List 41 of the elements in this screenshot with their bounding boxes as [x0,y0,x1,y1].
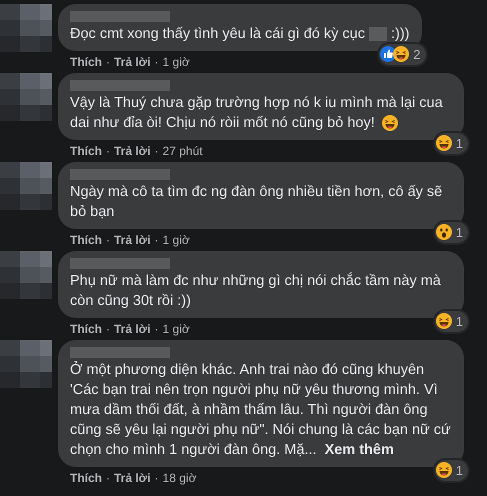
reply-link[interactable]: Trả lời [114,469,151,487]
reaction-count: 1 [456,312,463,330]
separator-dot: · [106,470,110,487]
separator-dot: · [106,232,110,249]
reaction-count: 1 [456,462,463,480]
reaction-badge[interactable]: 1 [432,458,470,483]
comment-text: Phụ nữ mà làm đc như những gì chị nói chắc tầm này mà còn cũng 30t rồi :)) [70,271,442,311]
comment-text: Ở một phương diện khác. Anh trai nào đó cũng khuyên 'Các bạn trai nên trọn người phụ nữ yêu thương mình. Vì mưa dầm thối đất, à nhầm thấm lâu. Thì người đàn ông cũng sẽ yêu lại người phụ nữ". Nói chung là các bạn nữ cứ chọn cho mình 1 người đàn ông. Mặ... Xem thêm [70,360,452,460]
reaction-count: 1 [456,134,463,152]
like-link[interactable]: Thích [70,469,102,487]
comment-text: Đọc cmt xong thấy tình yêu là cái gì đó kỳ cục :))) [70,25,410,44]
comment-time: 18 giờ [162,470,196,487]
like-link[interactable]: Thích [70,142,102,160]
like-link[interactable]: Thích [70,320,102,338]
separator-dot: · [154,54,159,71]
reaction-badge[interactable]: 1 [432,308,470,334]
comment-time: 1 giờ [162,232,190,249]
reaction-badge[interactable]: 1 [432,220,470,245]
separator-dot: · [154,143,159,160]
separator-dot: · [106,54,110,71]
reply-link[interactable]: Trả lời [114,320,151,338]
comment-text: Ngày mà cô ta tìm đc ng đàn ông nhiều tiền hơn, cô ấy sẽ bỏ bạn [70,183,444,222]
comment-time: 1 giờ [162,54,190,71]
reaction-badge[interactable]: 2 [377,42,428,67]
reply-link[interactable]: Trả lời [114,231,151,249]
comment-time: 1 giờ [162,321,190,338]
separator-dot: · [106,321,110,338]
separator-dot: · [106,143,110,160]
comment-time: 27 phút [162,143,203,160]
reply-link[interactable]: Trả lời [114,142,151,160]
reaction-badge[interactable]: 1 [432,130,470,156]
reaction-count: 1 [456,224,463,242]
like-link[interactable]: Thích [70,53,102,71]
see-more-link[interactable]: Xem thêm [324,442,394,458]
separator-dot: · [154,232,159,249]
separator-dot: · [154,321,159,338]
reply-link[interactable]: Trả lời [114,53,151,71]
like-link[interactable]: Thích [70,231,102,249]
separator-dot: · [154,470,159,487]
reaction-count: 2 [413,46,420,64]
comment-text: Vậy là Thuý chưa gặp trường hợp nó k iu mình mà lại cua dai như đỉa òi! Chịu nó ròii mốt nó cũng bỏ hoy! [70,94,444,133]
